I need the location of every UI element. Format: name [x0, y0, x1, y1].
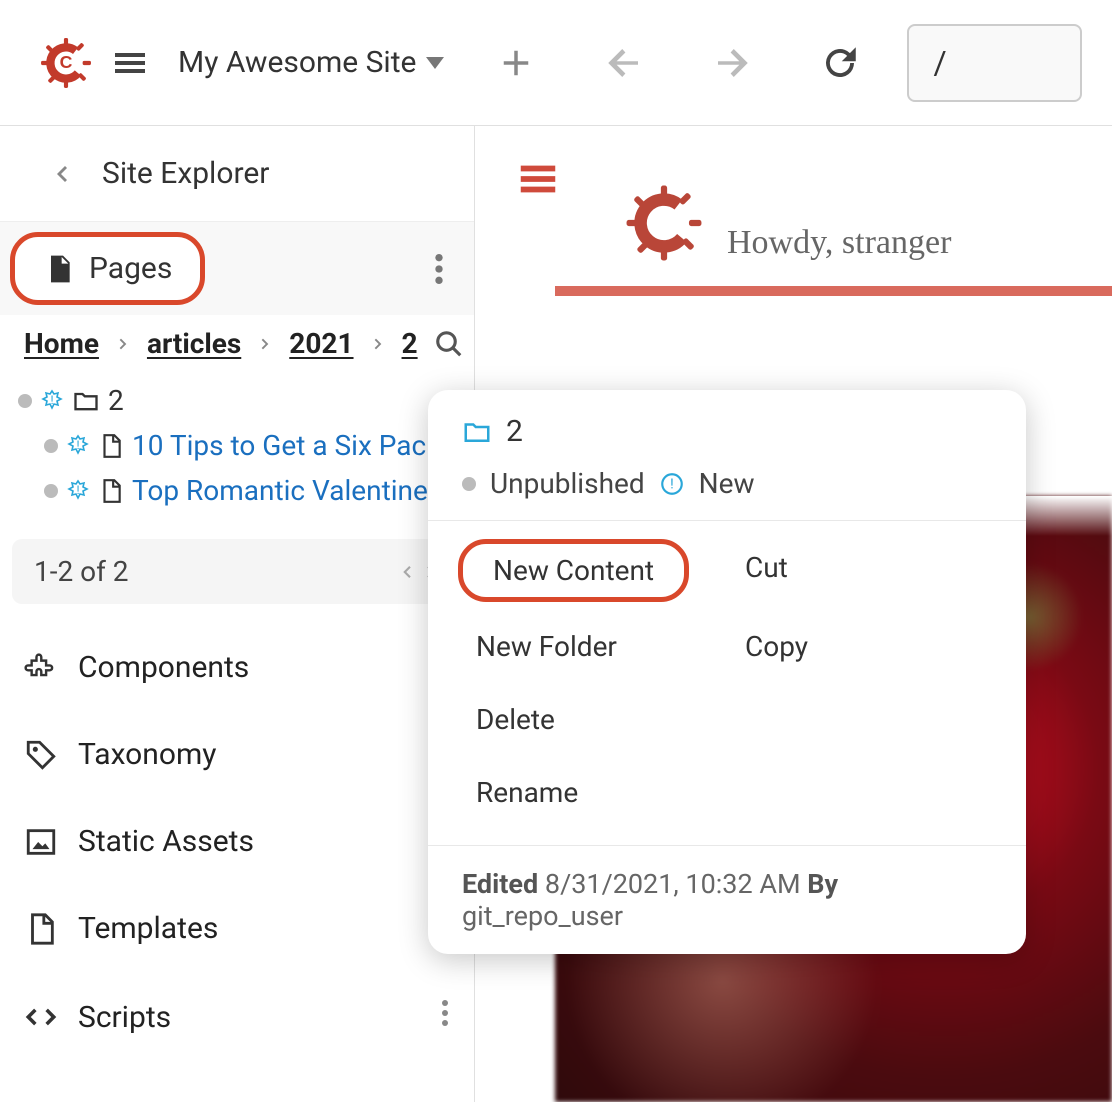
- by-label: By: [807, 868, 838, 900]
- nav-components[interactable]: Components: [0, 624, 474, 711]
- pager-text: 1-2 of 2: [34, 555, 129, 588]
- nav-back-icon[interactable]: [600, 39, 648, 87]
- folder-open-icon: [462, 417, 492, 447]
- pages-label: Pages: [89, 251, 172, 286]
- breadcrumb-item[interactable]: 2021: [289, 327, 353, 360]
- app-logo: C: [40, 37, 92, 89]
- new-badge-icon: !: [66, 434, 90, 458]
- page-tree: ! 2 ! 10 Tips to Get a Six Pack: [0, 372, 474, 519]
- status-dot-icon: [44, 439, 58, 453]
- tree-item[interactable]: ! 10 Tips to Get a Six Pack: [18, 423, 456, 468]
- site-logo: [625, 184, 703, 262]
- status-new: New: [699, 467, 755, 500]
- edited-user: git_repo_user: [462, 900, 623, 932]
- nav-forward-icon[interactable]: [708, 39, 756, 87]
- preview-menu-icon[interactable]: [505, 156, 601, 262]
- status-unpublished: Unpublished: [490, 467, 645, 500]
- more-vertical-icon[interactable]: [440, 998, 450, 1036]
- nav-label: Templates: [78, 911, 218, 946]
- code-icon: [24, 1000, 58, 1034]
- edited-timestamp: 8/31/2021, 10:32 AM: [545, 868, 801, 900]
- menu-new-content[interactable]: New Content: [458, 539, 689, 602]
- folder-icon: [72, 387, 100, 415]
- nav-label: Taxonomy: [78, 737, 216, 772]
- url-input[interactable]: /: [907, 24, 1082, 102]
- pages-section[interactable]: Pages: [10, 232, 205, 305]
- status-dot-icon: [44, 484, 58, 498]
- file-icon: [24, 912, 58, 946]
- nav-scripts[interactable]: Scripts: [0, 972, 474, 1062]
- tree-folder[interactable]: ! 2: [18, 378, 456, 423]
- menu-delete[interactable]: Delete: [458, 691, 573, 748]
- site-name: My Awesome Site: [178, 45, 416, 80]
- menu-new-folder[interactable]: New Folder: [458, 618, 635, 675]
- file-icon: [98, 478, 124, 504]
- context-title: 2: [506, 414, 523, 449]
- menu-rename[interactable]: Rename: [458, 764, 596, 821]
- breadcrumb-item[interactable]: 2: [402, 327, 418, 360]
- reload-icon[interactable]: [816, 39, 864, 87]
- site-picker[interactable]: My Awesome Site: [178, 45, 444, 80]
- svg-text:!: !: [670, 476, 674, 492]
- tree-item-label: 10 Tips to Get a Six Pack: [132, 429, 440, 462]
- add-icon[interactable]: [492, 39, 540, 87]
- url-value: /: [933, 44, 946, 82]
- edited-label: Edited: [462, 868, 538, 900]
- new-badge-icon: !: [66, 479, 90, 503]
- accent-bar: [555, 286, 1112, 296]
- context-footer: Edited 8/31/2021, 10:32 AM By git_repo_u…: [428, 845, 1026, 954]
- main-menu-icon[interactable]: [110, 43, 150, 83]
- nav-label: Scripts: [78, 1000, 171, 1035]
- nav-label: Components: [78, 650, 249, 685]
- context-menu: 2 Unpublished ! New New Content Cut New …: [428, 390, 1026, 954]
- new-badge-icon: !: [659, 471, 685, 497]
- document-icon: [43, 253, 75, 285]
- tree-folder-label: 2: [108, 384, 124, 417]
- search-icon[interactable]: [434, 329, 464, 359]
- nav-taxonomy[interactable]: Taxonomy: [0, 711, 474, 798]
- nav-static-assets[interactable]: Static Assets: [0, 798, 474, 885]
- nav-templates[interactable]: Templates: [0, 885, 474, 972]
- nav-label: Static Assets: [78, 824, 254, 859]
- menu-copy[interactable]: Copy: [727, 618, 826, 675]
- sidebar: Site Explorer Pages Home articles 2021 2: [0, 126, 475, 1102]
- status-dot-icon: [462, 477, 476, 491]
- chevron-right-icon: [257, 336, 273, 352]
- status-dot-icon: [18, 394, 32, 408]
- back-icon[interactable]: [50, 162, 74, 186]
- menu-cut[interactable]: Cut: [727, 539, 806, 602]
- caret-down-icon: [426, 57, 444, 69]
- sidebar-title: Site Explorer: [102, 156, 269, 191]
- tree-item[interactable]: ! Top Romantic Valentine M: [18, 468, 456, 513]
- topbar: C My Awesome Site /: [0, 0, 1112, 126]
- chevron-right-icon: [115, 336, 131, 352]
- tag-icon: [24, 738, 58, 772]
- breadcrumb: Home articles 2021 2: [0, 315, 474, 372]
- svg-text:!: !: [76, 483, 79, 497]
- breadcrumb-item[interactable]: Home: [24, 327, 99, 360]
- puzzle-icon: [24, 651, 58, 685]
- svg-text:!: !: [50, 393, 53, 407]
- svg-text:!: !: [76, 438, 79, 452]
- breadcrumb-item[interactable]: articles: [147, 327, 241, 360]
- more-vertical-icon[interactable]: [434, 252, 444, 286]
- new-badge-icon: !: [40, 389, 64, 413]
- tree-item-label: Top Romantic Valentine M: [132, 474, 456, 507]
- pager: 1-2 of 2: [12, 539, 462, 604]
- file-icon: [98, 433, 124, 459]
- svg-text:C: C: [60, 52, 73, 72]
- chevron-right-icon: [370, 336, 386, 352]
- pages-section-row: Pages: [0, 221, 474, 315]
- image-icon: [24, 825, 58, 859]
- pager-prev-icon[interactable]: [398, 555, 416, 588]
- greeting-text: Howdy, stranger: [727, 224, 951, 262]
